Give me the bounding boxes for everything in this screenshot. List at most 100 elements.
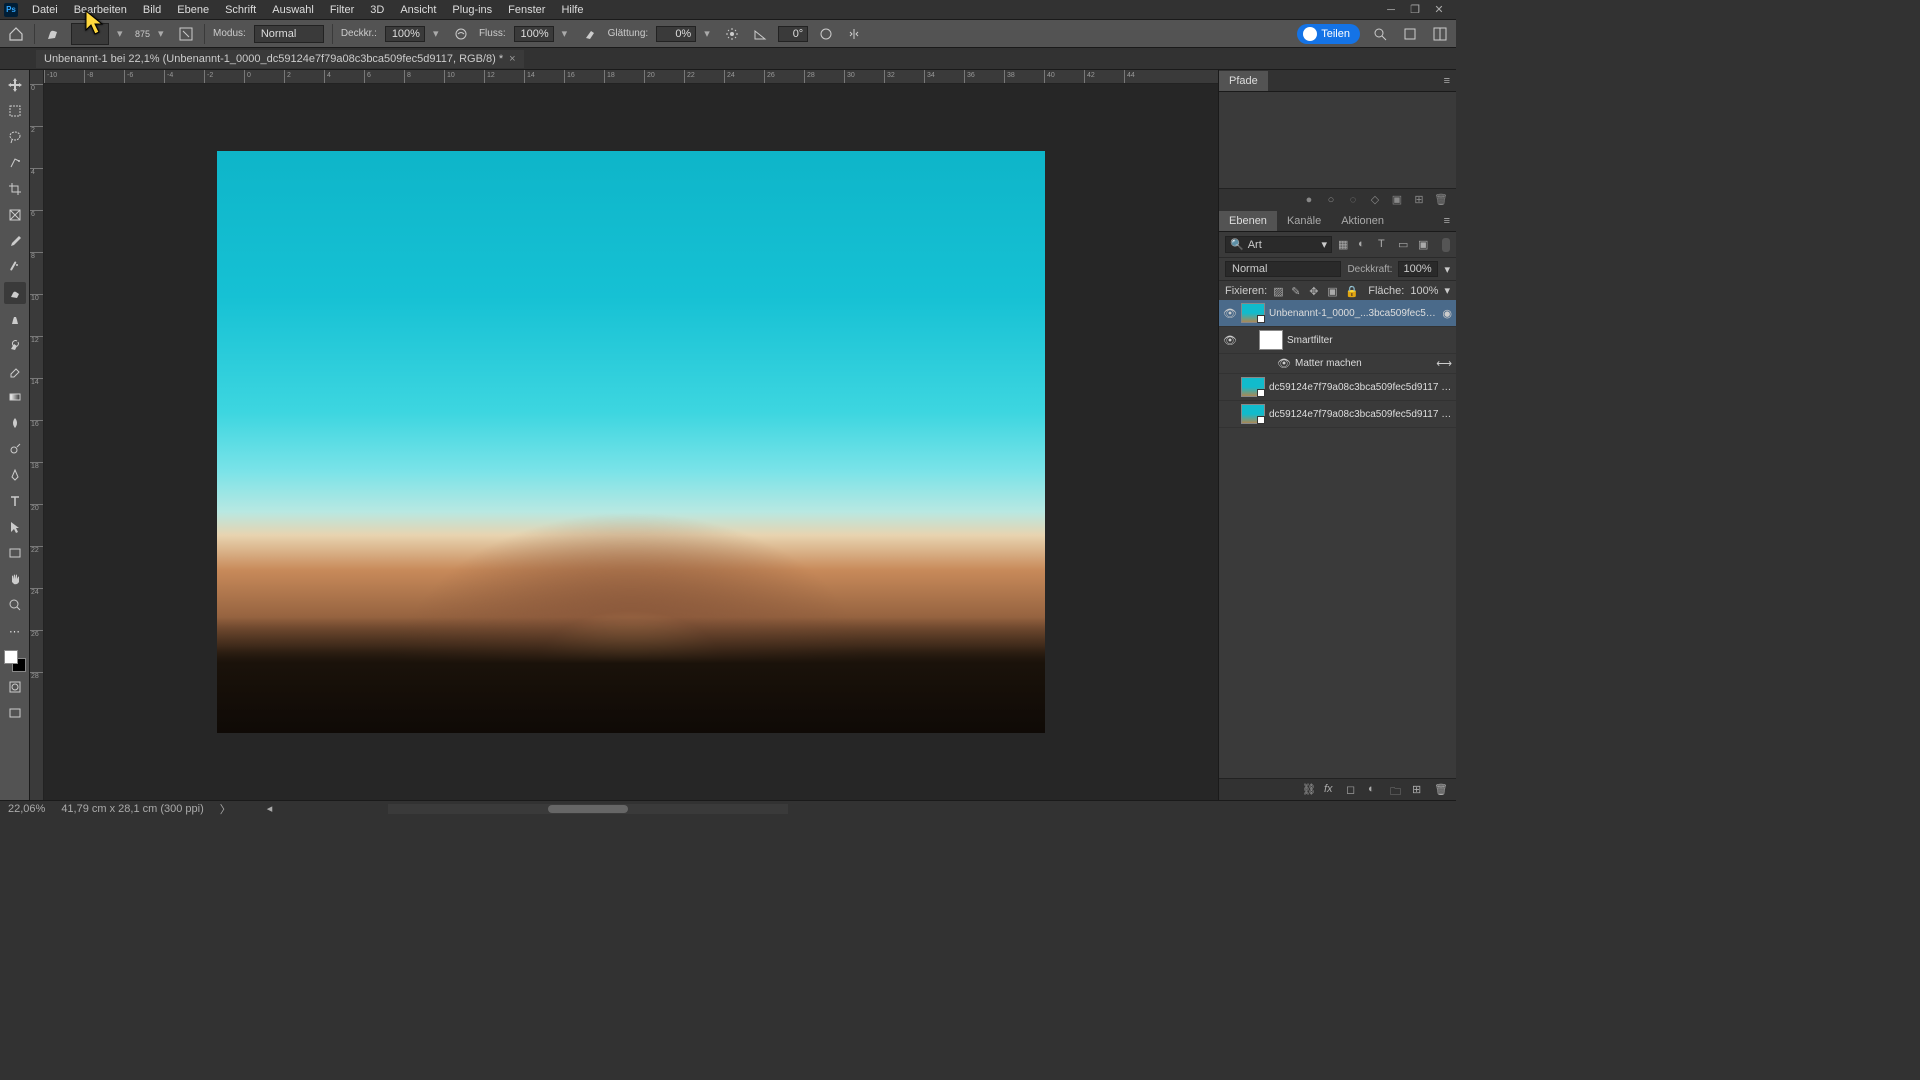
add-mask-icon[interactable]: ◻ xyxy=(1346,783,1360,797)
selection-to-path-icon[interactable]: ◇ xyxy=(1368,193,1382,207)
layers-list[interactable]: 👁Unbenannt-1_0000_...3bca509fec5d9117◉ 👁 S… xyxy=(1219,300,1456,778)
layer-thumbnail[interactable] xyxy=(1241,377,1265,397)
brush-tool[interactable] xyxy=(4,282,26,304)
scroll-left-icon[interactable]: ◂ xyxy=(267,802,273,815)
fill-input[interactable]: 100% xyxy=(1410,285,1438,297)
chevron-down-icon[interactable]: ▾ xyxy=(1444,263,1450,276)
opacity-input[interactable]: 100% xyxy=(385,26,425,42)
chevron-down-icon[interactable]: ▾ xyxy=(1444,284,1450,297)
menu-item-datei[interactable]: Datei xyxy=(24,2,66,18)
dodge-tool[interactable] xyxy=(4,438,26,460)
panel-tab-kanäle[interactable]: Kanäle xyxy=(1277,211,1331,231)
window-minimize-button[interactable]: ─ xyxy=(1384,3,1398,17)
filter-pixel-icon[interactable]: ▦ xyxy=(1338,238,1352,252)
panel-menu-icon[interactable]: ≡ xyxy=(1438,75,1456,87)
quick-mask-toggle[interactable] xyxy=(4,676,26,698)
healing-brush-tool[interactable] xyxy=(4,256,26,278)
lock-pixels-icon[interactable]: ✎ xyxy=(1291,285,1303,297)
layer-thumbnail[interactable] xyxy=(1259,330,1283,350)
pressure-size-toggle[interactable] xyxy=(816,24,836,44)
pen-tool[interactable] xyxy=(4,464,26,486)
filter-visibility-toggle[interactable]: 👁 xyxy=(1277,357,1291,370)
layer-thumbnail[interactable] xyxy=(1241,303,1265,323)
layer-row[interactable]: dc59124e7f79a08c3bca509fec5d9117 Kopie 2 xyxy=(1219,401,1456,428)
blend-mode-dropdown[interactable]: Normal xyxy=(1225,261,1341,277)
flow-input[interactable]: 100% xyxy=(514,26,554,42)
menu-item-hilfe[interactable]: Hilfe xyxy=(553,2,591,18)
layer-visibility-toggle[interactable]: 👁 xyxy=(1223,334,1237,347)
blend-mode-dropdown[interactable]: Normal xyxy=(254,25,324,43)
lock-all-icon[interactable]: 🔒 xyxy=(1345,285,1357,297)
layer-row[interactable]: 👁Unbenannt-1_0000_...3bca509fec5d9117◉ xyxy=(1219,300,1456,327)
smoothing-options-icon[interactable] xyxy=(722,24,742,44)
edit-toolbar-button[interactable]: ⋯ xyxy=(4,620,26,642)
path-selection-tool[interactable] xyxy=(4,516,26,538)
layer-name[interactable]: Unbenannt-1_0000_...3bca509fec5d9117 xyxy=(1269,308,1438,319)
panel-tab-ebenen[interactable]: Ebenen xyxy=(1219,211,1277,231)
filter-shape-icon[interactable]: ▭ xyxy=(1398,238,1412,252)
layer-style-icon[interactable]: fx xyxy=(1324,783,1338,797)
info-chevron-icon[interactable]: 〉 xyxy=(220,801,231,817)
lasso-tool[interactable] xyxy=(4,126,26,148)
zoom-readout[interactable]: 22,06% xyxy=(8,803,45,815)
lock-artboard-icon[interactable]: ▣ xyxy=(1327,285,1339,297)
zoom-tool[interactable] xyxy=(4,594,26,616)
paths-tab[interactable]: Pfade xyxy=(1219,71,1268,91)
screen-mode-toggle[interactable] xyxy=(4,702,26,724)
filter-type-icon[interactable]: T xyxy=(1378,238,1392,252)
clone-stamp-tool[interactable] xyxy=(4,308,26,330)
hand-tool[interactable] xyxy=(4,568,26,590)
layer-name[interactable]: Matter machen xyxy=(1295,358,1432,369)
window-close-button[interactable]: ✕ xyxy=(1432,3,1446,17)
screen-mode-icon[interactable] xyxy=(1430,24,1450,44)
brush-preset-picker[interactable] xyxy=(71,23,109,45)
fill-path-icon[interactable]: ● xyxy=(1302,193,1316,207)
airbrush-toggle[interactable] xyxy=(580,24,600,44)
menu-item-filter[interactable]: Filter xyxy=(322,2,362,18)
menu-item-plug-ins[interactable]: Plug-ins xyxy=(444,2,500,18)
add-mask-icon[interactable]: ▣ xyxy=(1390,193,1404,207)
filter-blending-options-icon[interactable]: ⟷ xyxy=(1436,357,1452,370)
lock-position-icon[interactable]: ✥ xyxy=(1309,285,1321,297)
home-button[interactable] xyxy=(6,24,26,44)
close-tab-button[interactable]: × xyxy=(509,53,515,65)
document-info[interactable]: 41,79 cm x 28,1 cm (300 ppi) xyxy=(61,803,203,815)
new-group-icon[interactable]: 🗀 xyxy=(1390,783,1404,797)
chevron-down-icon[interactable]: ▾ xyxy=(433,27,443,40)
chevron-down-icon[interactable]: ▾ xyxy=(562,27,572,40)
smart-filter-row[interactable]: 👁 Smartfilter xyxy=(1219,327,1456,354)
gradient-tool[interactable] xyxy=(4,386,26,408)
filter-toggle[interactable] xyxy=(1442,238,1450,252)
layer-name[interactable]: Smartfilter xyxy=(1287,335,1452,346)
chevron-down-icon[interactable]: ▾ xyxy=(158,27,168,40)
menu-item-bild[interactable]: Bild xyxy=(135,2,169,18)
menu-item-schrift[interactable]: Schrift xyxy=(217,2,264,18)
vertical-ruler[interactable]: 0246810121416182022242628 xyxy=(30,70,44,800)
search-icon[interactable] xyxy=(1370,24,1390,44)
lock-transparency-icon[interactable]: ▨ xyxy=(1273,285,1285,297)
symmetry-toggle[interactable] xyxy=(844,24,864,44)
blur-tool[interactable] xyxy=(4,412,26,434)
paths-panel-body[interactable] xyxy=(1219,92,1456,188)
document-canvas[interactable] xyxy=(217,151,1045,733)
arrange-documents-icon[interactable] xyxy=(1400,24,1420,44)
layer-row[interactable]: dc59124e7f79a08c3bca509fec5d9117 Kopie 3 xyxy=(1219,374,1456,401)
smoothing-input[interactable]: 0% xyxy=(656,26,696,42)
layer-thumbnail[interactable] xyxy=(1241,404,1265,424)
new-path-icon[interactable]: ⊞ xyxy=(1412,193,1426,207)
history-brush-tool[interactable] xyxy=(4,334,26,356)
angle-input[interactable]: 0° xyxy=(778,26,808,42)
filter-adjustment-icon[interactable]: ◐ xyxy=(1358,238,1372,252)
chevron-down-icon[interactable]: ▾ xyxy=(704,27,714,40)
color-swatches[interactable] xyxy=(4,650,26,672)
eraser-tool[interactable] xyxy=(4,360,26,382)
filter-smartobject-icon[interactable]: ▣ xyxy=(1418,238,1432,252)
stroke-path-icon[interactable]: ○ xyxy=(1324,193,1338,207)
current-tool-icon[interactable] xyxy=(43,24,63,44)
horizontal-ruler[interactable]: -10-8-6-4-202468101214161820222426283032… xyxy=(44,70,1218,84)
path-to-selection-icon[interactable]: ◌ xyxy=(1346,193,1360,207)
layer-filter-dropdown[interactable]: 🔍 Art ▾ xyxy=(1225,236,1332,253)
window-restore-button[interactable]: ❐ xyxy=(1408,3,1422,17)
link-layers-icon[interactable]: ⛓ xyxy=(1302,783,1316,797)
delete-path-icon[interactable]: 🗑 xyxy=(1434,193,1448,207)
